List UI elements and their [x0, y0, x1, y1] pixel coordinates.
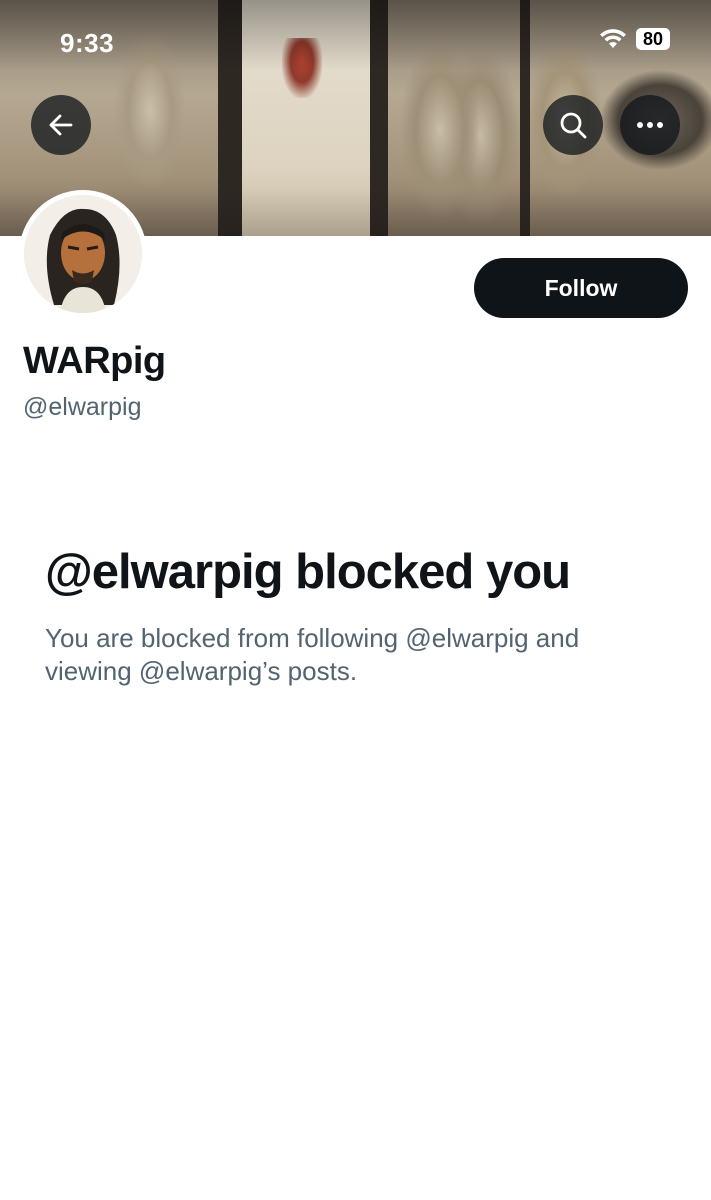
more-icon: [637, 122, 663, 128]
status-icons: 80: [598, 28, 670, 50]
battery-icon: 80: [636, 28, 670, 50]
blocked-title: @elwarpig blocked you: [45, 545, 571, 599]
status-time: 9:33: [60, 28, 115, 58]
avatar[interactable]: [19, 190, 147, 318]
display-name: WARpig: [23, 340, 166, 382]
arrow-left-icon: [49, 114, 73, 136]
follow-button[interactable]: Follow: [474, 258, 688, 318]
user-handle: @elwarpig: [23, 393, 142, 421]
more-button[interactable]: [620, 95, 680, 155]
search-icon: [560, 112, 587, 139]
blocked-description: You are blocked from following @elwarpig…: [45, 623, 580, 686]
wifi-icon: [600, 29, 626, 48]
back-button[interactable]: [31, 95, 91, 155]
search-button[interactable]: [543, 95, 603, 155]
avatar-portrait: [24, 195, 142, 313]
avatar-image: [24, 195, 142, 313]
